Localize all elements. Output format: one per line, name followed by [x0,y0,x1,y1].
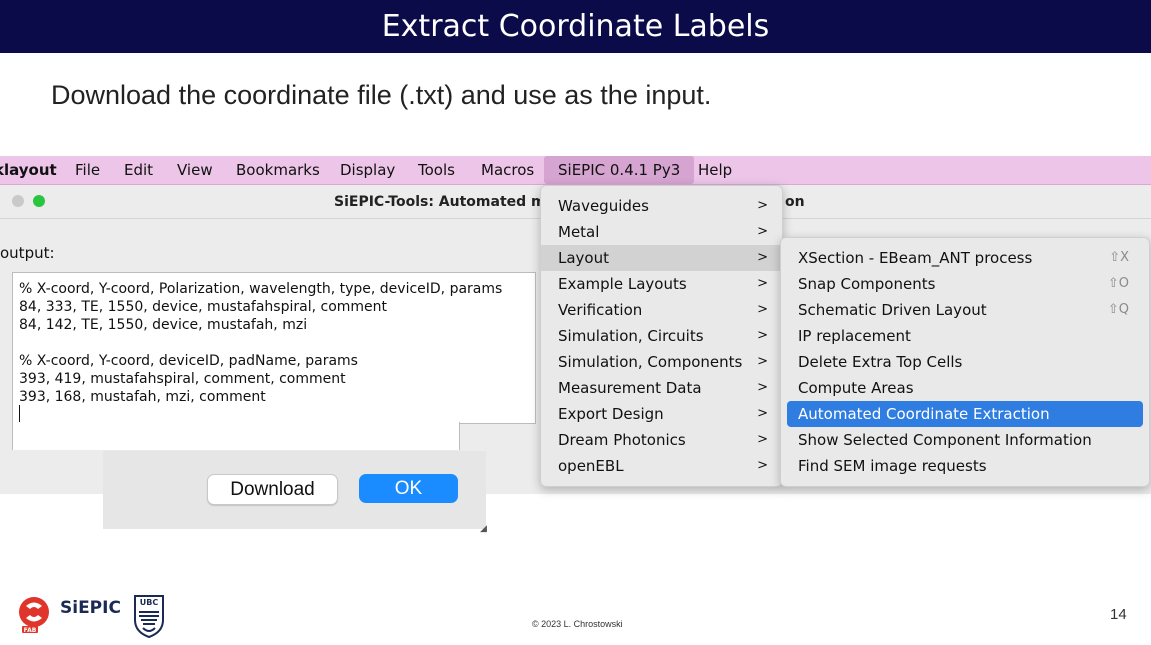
zoom-window-button[interactable] [33,195,45,207]
close-window-button[interactable] [12,195,24,207]
menu-help[interactable]: Help [698,156,732,184]
menu-item-show-selected-component-info[interactable]: Show Selected Component Information [781,427,1149,453]
window-title-tail: on [785,194,805,210]
menu-item-simulation-components[interactable]: Simulation, Components > [541,349,782,375]
menu-item-snap-components[interactable]: Snap Components ⇧O [781,271,1149,297]
chevron-right-icon: > [757,198,768,213]
output-line: 393, 419, mustafahspiral, comment, comme… [19,371,346,387]
chevron-right-icon: > [757,302,768,317]
menu-item-verification[interactable]: Verification > [541,297,782,323]
output-textarea-bottom [12,422,460,450]
ok-button[interactable]: OK [359,474,458,503]
chevron-right-icon: > [757,224,768,239]
download-button[interactable]: Download [207,474,338,505]
menu-macros[interactable]: Macros [481,156,534,184]
menu-item-find-sem-image-requests[interactable]: Find SEM image requests [781,453,1149,479]
copyright-text: © 2023 L. Chrostowski [532,619,623,629]
chevron-right-icon: > [757,406,768,421]
chevron-right-icon: > [757,380,768,395]
window-title: SiEPIC-Tools: Automated m [334,194,546,210]
menubar: klayout File Edit View Bookmarks Display… [0,156,1151,185]
output-label: output: [0,244,55,262]
chevron-right-icon: > [757,432,768,447]
text-caret [19,405,20,422]
slide-subtitle: Download the coordinate file (.txt) and … [51,80,712,110]
menu-edit[interactable]: Edit [124,156,153,184]
menu-item-example-layouts[interactable]: Example Layouts > [541,271,782,297]
chevron-right-icon: > [757,354,768,369]
output-line: % X-coord, Y-coord, deviceID, padName, p… [19,353,358,369]
menu-klayout[interactable]: klayout [0,156,57,184]
slide-title-bar: Extract Coordinate Labels [0,0,1151,53]
menu-item-compute-areas[interactable]: Compute Areas [781,375,1149,401]
chevron-right-icon: > [757,250,768,265]
shortcut-label: ⇧X [1109,250,1129,265]
page-number: 14 [1110,606,1127,623]
shortcut-label: ⇧O [1107,276,1129,291]
menu-item-dream-photonics[interactable]: Dream Photonics > [541,427,782,453]
menu-item-simulation-circuits[interactable]: Simulation, Circuits > [541,323,782,349]
chevron-right-icon: > [757,458,768,473]
menu-item-xsection[interactable]: XSection - EBeam_ANT process ⇧X [781,245,1149,271]
resize-grip-icon[interactable]: ◢ [480,523,487,534]
menu-item-automated-coordinate-extraction[interactable]: Automated Coordinate Extraction [787,401,1143,427]
chevron-right-icon: > [757,276,768,291]
menu-bookmarks[interactable]: Bookmarks [236,156,320,184]
siepic-logo-text: SiEPIC [60,598,121,618]
output-line: 84, 142, TE, 1550, device, mustafah, mzi [19,317,308,333]
menu-display[interactable]: Display [340,156,395,184]
menu-item-ip-replacement[interactable]: IP replacement [781,323,1149,349]
menu-item-layout[interactable]: Layout > [541,245,782,271]
menu-siepic[interactable]: SiEPIC 0.4.1 Py3 [544,156,695,184]
logo-sub-text: FAB [24,627,37,634]
menu-item-waveguides[interactable]: Waveguides > [541,193,782,219]
siepic-logo-icon: FAB [19,597,49,634]
siepic-menu: Waveguides > Metal > Layout > Example Layou… [540,185,783,487]
ubc-crest-icon: UBC [134,595,164,638]
menu-view[interactable]: View [177,156,213,184]
menu-item-metal[interactable]: Metal > [541,219,782,245]
chevron-right-icon: > [757,328,768,343]
layout-submenu: XSection - EBeam_ANT process ⇧X Snap Comp… [780,237,1150,487]
menu-tools[interactable]: Tools [418,156,455,184]
menu-file[interactable]: File [75,156,100,184]
output-line: 84, 333, TE, 1550, device, mustafahspira… [19,299,388,315]
shortcut-label: ⇧Q [1107,302,1129,317]
ubc-text: UBC [140,598,159,607]
output-line: 393, 168, mustafah, mzi, comment [19,389,266,405]
menu-item-measurement-data[interactable]: Measurement Data > [541,375,782,401]
output-textarea[interactable]: % X-coord, Y-coord, Polarization, wavele… [12,272,536,424]
slide-title: Extract Coordinate Labels [381,9,770,44]
menu-item-delete-extra-top-cells[interactable]: Delete Extra Top Cells [781,349,1149,375]
menu-item-openebl[interactable]: openEBL > [541,453,782,479]
menu-item-schematic-driven-layout[interactable]: Schematic Driven Layout ⇧Q [781,297,1149,323]
menu-item-export-design[interactable]: Export Design > [541,401,782,427]
output-line: % X-coord, Y-coord, Polarization, wavele… [19,281,503,297]
